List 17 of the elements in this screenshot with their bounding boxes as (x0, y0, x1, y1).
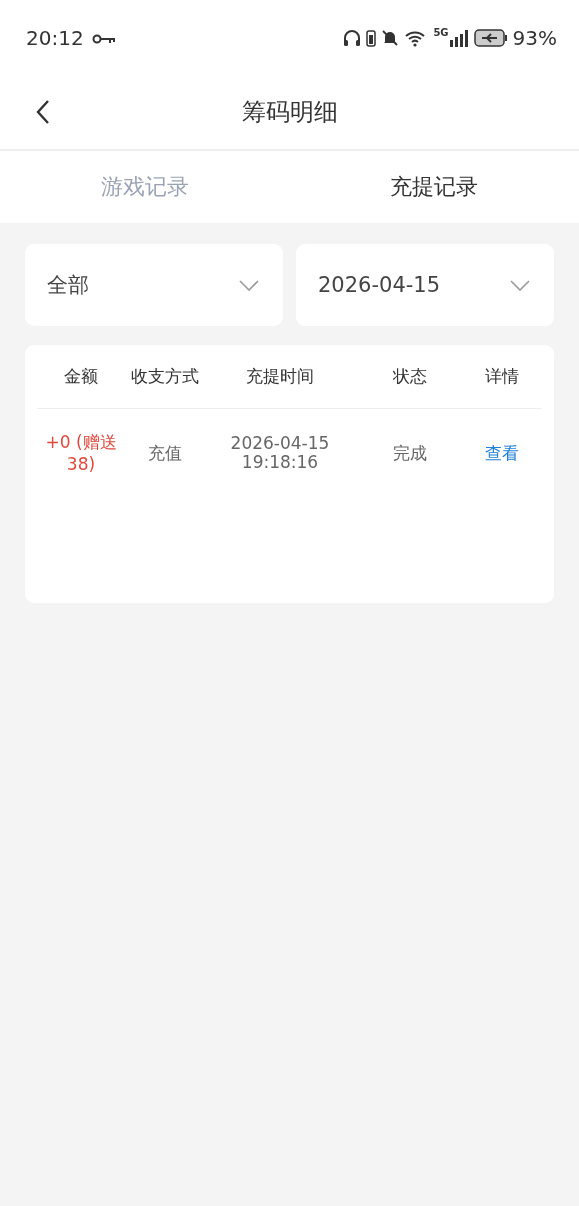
dropdown[interactable]: 全部 (25, 244, 283, 326)
table-cell: 完成 (393, 441, 427, 465)
battery-percentage: 93% (512, 25, 557, 50)
column-header: 收支方式 (130, 365, 200, 388)
amount-cell-text: +0 (赠送38) (44, 431, 118, 475)
tab[interactable]: 充提记录 (289, 151, 579, 223)
view-link[interactable]: 查看 (485, 441, 519, 465)
column-header: 状态 (392, 365, 428, 388)
table-cell-text: 2026-04-15 19:18:16 (229, 434, 331, 472)
column-header: 充提时间 (245, 365, 315, 388)
dropdown[interactable]: 2026-04-15 (296, 244, 554, 326)
column-header: 详情 (484, 365, 520, 388)
table-cell: 充值 (148, 441, 182, 465)
column-header: 金额 (63, 365, 99, 388)
status-time: 20:12 (26, 25, 84, 50)
network-type: 5G (433, 27, 449, 38)
page-title: 筹码明细 (241, 97, 338, 128)
